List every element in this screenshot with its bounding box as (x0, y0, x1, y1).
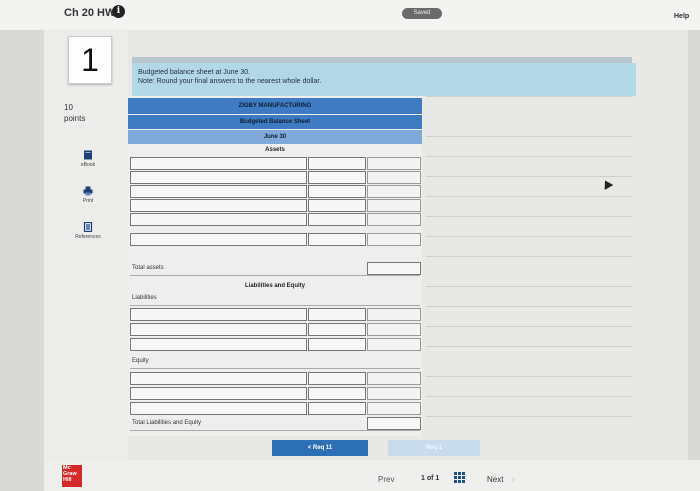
asset-total-cell (367, 157, 421, 170)
statement-date: June 30 (128, 130, 422, 144)
liability-total-cell (367, 323, 421, 336)
page-total: 1 (435, 475, 440, 482)
asset-total-cell (367, 185, 421, 198)
liability-total-cell (367, 338, 421, 351)
equity-label-input[interactable] (130, 372, 307, 385)
equity-row (130, 387, 421, 400)
asset-total-cell (367, 213, 421, 226)
asset-amount-input[interactable] (308, 233, 366, 246)
asset-amount-input[interactable] (308, 199, 366, 212)
next-button[interactable]: Next (487, 475, 503, 484)
total-assets-row: Total assets (130, 262, 421, 276)
total-assets-input[interactable] (367, 262, 421, 275)
points-label: points (64, 114, 86, 123)
prev-requirement-button[interactable]: < Req 11 (272, 440, 368, 456)
asset-row (130, 185, 421, 198)
instructions-line-2: Note: Round your final answers to the ne… (138, 78, 322, 85)
equity-total-cell (367, 387, 421, 400)
liability-total-cell (367, 308, 421, 321)
equity-amount-input[interactable] (308, 372, 366, 385)
equity-label-input[interactable] (130, 387, 307, 400)
assets-heading: Assets (265, 147, 285, 153)
asset-row (130, 213, 421, 226)
print-label: Print (82, 198, 94, 204)
liabilities-equity-heading: Liabilities and Equity (244, 283, 305, 289)
references-button[interactable]: References (58, 222, 118, 240)
references-label: References (75, 234, 101, 240)
saved-badge: Saved (402, 8, 442, 19)
liabilities-label-row: Liabilities (130, 292, 420, 306)
equity-total-cell (367, 402, 421, 415)
asset-total-cell (367, 233, 421, 246)
ebook-button[interactable]: eBook (58, 150, 118, 168)
instructions-box: Budgeted balance sheet at June 30. Note:… (132, 63, 636, 96)
asset-row (130, 157, 421, 170)
print-button[interactable]: Print (58, 186, 118, 204)
page-indicator: 1 of 1 (421, 475, 439, 482)
equity-label: Equity (132, 358, 149, 364)
asset-amount-input[interactable] (308, 185, 366, 198)
asset-row (130, 233, 421, 246)
instructions-line-1: Budgeted balance sheet at June 30. (138, 69, 251, 76)
asset-total-cell (367, 171, 421, 184)
liability-amount-input[interactable] (308, 323, 366, 336)
top-bar: Ch 20 HW i Saved Help (0, 0, 700, 30)
liability-amount-input[interactable] (308, 338, 366, 351)
next-requirement-button[interactable]: Req 1 (388, 440, 480, 456)
asset-label-input[interactable] (130, 171, 307, 184)
chevron-right-icon: › (512, 474, 515, 484)
page-current: 1 (421, 475, 425, 482)
liability-row (130, 338, 421, 351)
asset-row (130, 199, 421, 212)
equity-row (130, 372, 421, 385)
mcgraw-hill-logo: Mc Graw Hill (62, 465, 82, 487)
ebook-label: eBook (80, 162, 96, 168)
liability-label-input[interactable] (130, 308, 307, 321)
equity-total-cell (367, 372, 421, 385)
asset-amount-input[interactable] (308, 213, 366, 226)
prev-button[interactable]: Prev (378, 475, 394, 484)
asset-total-cell (367, 199, 421, 212)
liability-label-input[interactable] (130, 338, 307, 351)
liability-amount-input[interactable] (308, 308, 366, 321)
equity-label-row: Equity (130, 355, 420, 369)
asset-amount-input[interactable] (308, 171, 366, 184)
equity-label-input[interactable] (130, 402, 307, 415)
company-name: ZIGBY MANUFACTURING (128, 98, 422, 114)
liability-row (130, 308, 421, 321)
asset-label-input[interactable] (130, 157, 307, 170)
question-points: 10 points (64, 102, 85, 124)
asset-row (130, 171, 421, 184)
question-grid-icon[interactable] (454, 472, 466, 484)
total-assets-label: Total assets (132, 265, 164, 271)
asset-label-input[interactable] (130, 233, 307, 246)
total-liabilities-equity-row: Total Liabilities and Equity (130, 417, 421, 431)
background-gridlines (426, 96, 632, 436)
assignment-title: Ch 20 HW (64, 7, 116, 19)
points-value: 10 (64, 103, 73, 112)
question-number: 1 (68, 36, 112, 84)
equity-amount-input[interactable] (308, 387, 366, 400)
total-liabilities-equity-input[interactable] (367, 417, 421, 430)
page-of-label: of (426, 475, 434, 482)
liability-label-input[interactable] (130, 323, 307, 336)
asset-label-input[interactable] (130, 199, 307, 212)
question-sidebar (44, 30, 128, 460)
references-icon (83, 222, 93, 232)
print-icon (83, 186, 93, 196)
liability-row (130, 323, 421, 336)
info-icon[interactable]: i (112, 5, 125, 18)
book-icon (84, 150, 92, 160)
statement-title: Budgeted Balance Sheet (128, 115, 422, 129)
asset-label-input[interactable] (130, 185, 307, 198)
asset-amount-input[interactable] (308, 157, 366, 170)
asset-label-input[interactable] (130, 213, 307, 226)
help-link[interactable]: Help (674, 13, 689, 20)
bottom-bar (44, 460, 700, 491)
equity-amount-input[interactable] (308, 402, 366, 415)
liabilities-label: Liabilities (132, 295, 157, 301)
total-liabilities-equity-label: Total Liabilities and Equity (132, 420, 202, 426)
equity-row (130, 402, 421, 415)
